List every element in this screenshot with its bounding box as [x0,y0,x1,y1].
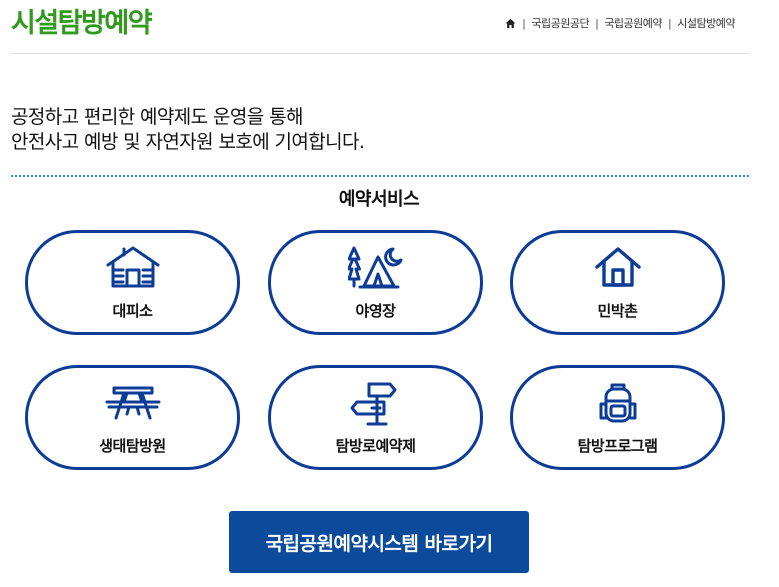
service-label: 대피소 [112,302,153,320]
service-label: 야영장 [355,302,396,320]
intro-text: 공정하고 편리한 예약제도 운영을 통해 안전사고 예방 및 자연자원 보호에 … [11,105,365,155]
service-label: 탐방로예약제 [335,437,416,455]
service-label: 탐방프로그램 [577,437,658,455]
service-label: 생태탐방원 [99,437,166,455]
services-title: 예약서비스 [338,189,420,210]
reservation-system-link-button[interactable]: 국립공원예약시스템 바로가기 [229,511,529,573]
service-program-button[interactable]: 탐방프로그램 [510,365,725,470]
service-campsite-button[interactable]: 야영장 [268,230,483,335]
signpost-icon [350,380,402,430]
picnic-table-icon [105,380,161,426]
cabin-icon [106,245,160,293]
breadcrumb-item-knps[interactable]: 국립공원공단 [531,15,589,31]
backpack-icon [598,380,638,430]
page-title: 시설탐방예약 [11,8,153,39]
header-divider [11,53,749,54]
service-eco-center-button[interactable]: 생태탐방원 [25,365,240,470]
tent-icon [346,245,404,293]
breadcrumb-item-facility[interactable]: 시설탐방예약 [677,15,735,31]
service-shelter-button[interactable]: 대피소 [25,230,240,335]
house-icon [594,245,642,293]
intro-line-2: 안전사고 예방 및 자연자원 보호에 기여합니다. [11,131,365,153]
intro-line-1: 공정하고 편리한 예약제도 운영을 통해 [11,106,303,128]
breadcrumb-separator: | [595,16,599,30]
breadcrumb-separator: | [668,16,672,30]
section-divider [11,175,749,177]
service-label: 민박촌 [597,302,638,320]
service-lodge-button[interactable]: 민박촌 [510,230,725,335]
breadcrumb: | 국립공원공단 | 국립공원예약 | 시설탐방예약 [505,15,735,31]
service-trail-reservation-button[interactable]: 탐방로예약제 [268,365,483,470]
home-icon[interactable] [505,18,516,29]
breadcrumb-separator: | [522,16,526,30]
breadcrumb-item-reservation[interactable]: 국립공원예약 [604,15,662,31]
